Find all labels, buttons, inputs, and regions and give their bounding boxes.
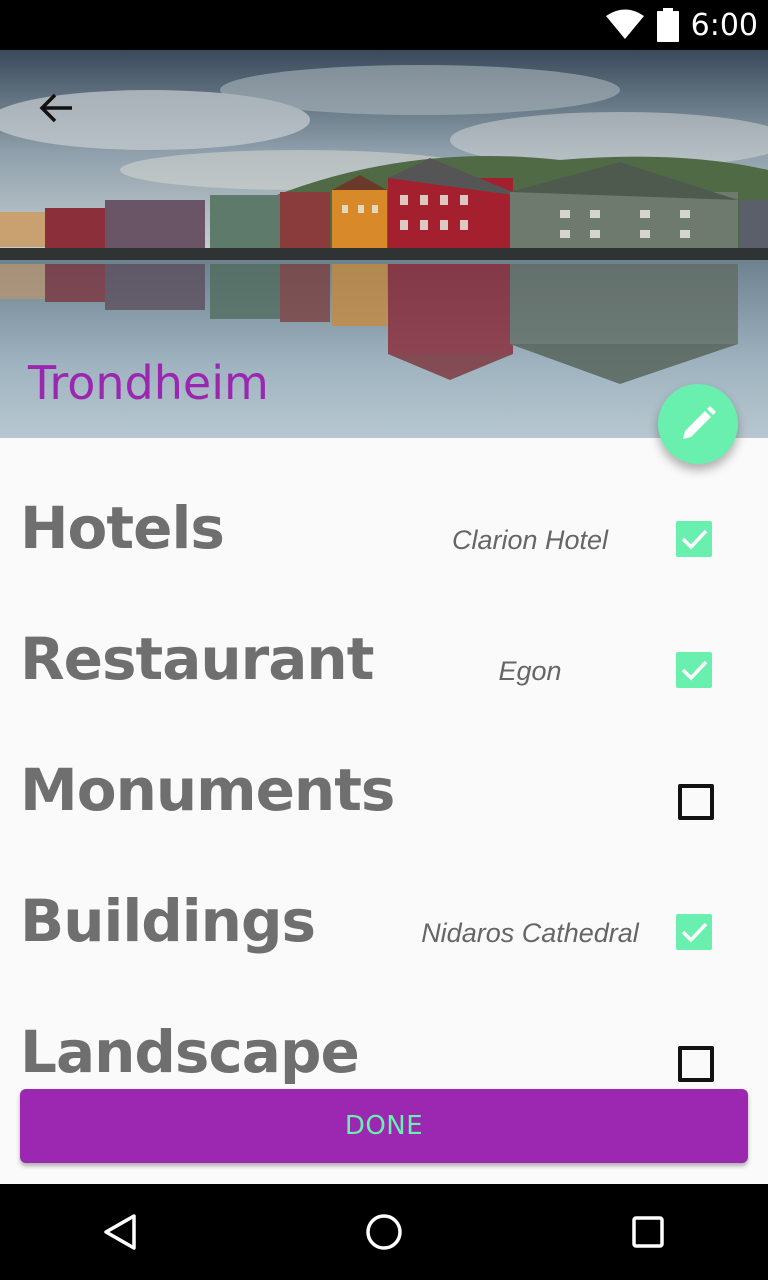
category-value-wrap: Nidaros Cathedral	[400, 916, 660, 950]
checkbox-unchecked[interactable]	[678, 1046, 714, 1082]
checkbox-checked[interactable]	[676, 914, 712, 950]
category-value: Nidaros Cathedral	[421, 917, 639, 948]
list-item-hotels: Hotels Clarion Hotel	[0, 457, 768, 588]
back-button[interactable]	[28, 80, 84, 136]
city-title: Trondheim	[28, 356, 269, 410]
done-button-label: DONE	[344, 1111, 424, 1141]
square-recents-icon	[632, 1216, 664, 1248]
checkbox-unchecked[interactable]	[678, 784, 714, 820]
category-value: Clarion Hotel	[451, 524, 609, 555]
list-item-buildings: Buildings Nidaros Cathedral	[0, 850, 768, 981]
checkbox-checked[interactable]	[676, 521, 712, 557]
category-label: Monuments	[20, 756, 395, 824]
check-icon	[681, 529, 708, 550]
category-value-wrap: Clarion Hotel	[400, 523, 660, 557]
list-item-restaurant: Restaurant Egon	[0, 588, 768, 719]
checkbox-checked[interactable]	[676, 652, 712, 688]
nav-home-button[interactable]	[360, 1208, 408, 1256]
pencil-icon	[683, 406, 716, 439]
status-icons: 6:00	[605, 0, 758, 50]
category-label: Restaurant	[20, 625, 374, 693]
check-icon	[681, 922, 708, 943]
wifi-icon	[605, 9, 644, 39]
category-list: Hotels Clarion Hotel Restaurant Egon Mon…	[0, 438, 768, 1184]
category-value-wrap: Egon	[400, 654, 660, 688]
header-image: Trondheim	[0, 50, 768, 438]
status-clock: 6:00	[690, 7, 758, 43]
done-button[interactable]: DONE	[20, 1089, 748, 1163]
nav-recents-button[interactable]	[624, 1208, 672, 1256]
status-bar: 6:00	[0, 0, 768, 50]
navigation-bar	[0, 1184, 768, 1280]
nav-back-button[interactable]	[96, 1208, 144, 1256]
category-label: Hotels	[20, 494, 225, 562]
check-icon	[681, 660, 708, 681]
list-item-monuments: Monuments	[0, 719, 768, 850]
circle-home-icon	[366, 1214, 402, 1250]
triangle-back-icon	[104, 1214, 136, 1250]
category-label: Landscape	[20, 1018, 360, 1086]
edit-fab-button[interactable]	[658, 384, 738, 464]
battery-icon	[656, 8, 679, 42]
arrow-back-icon	[39, 93, 72, 123]
category-label: Buildings	[20, 887, 316, 955]
category-value: Egon	[498, 655, 562, 686]
